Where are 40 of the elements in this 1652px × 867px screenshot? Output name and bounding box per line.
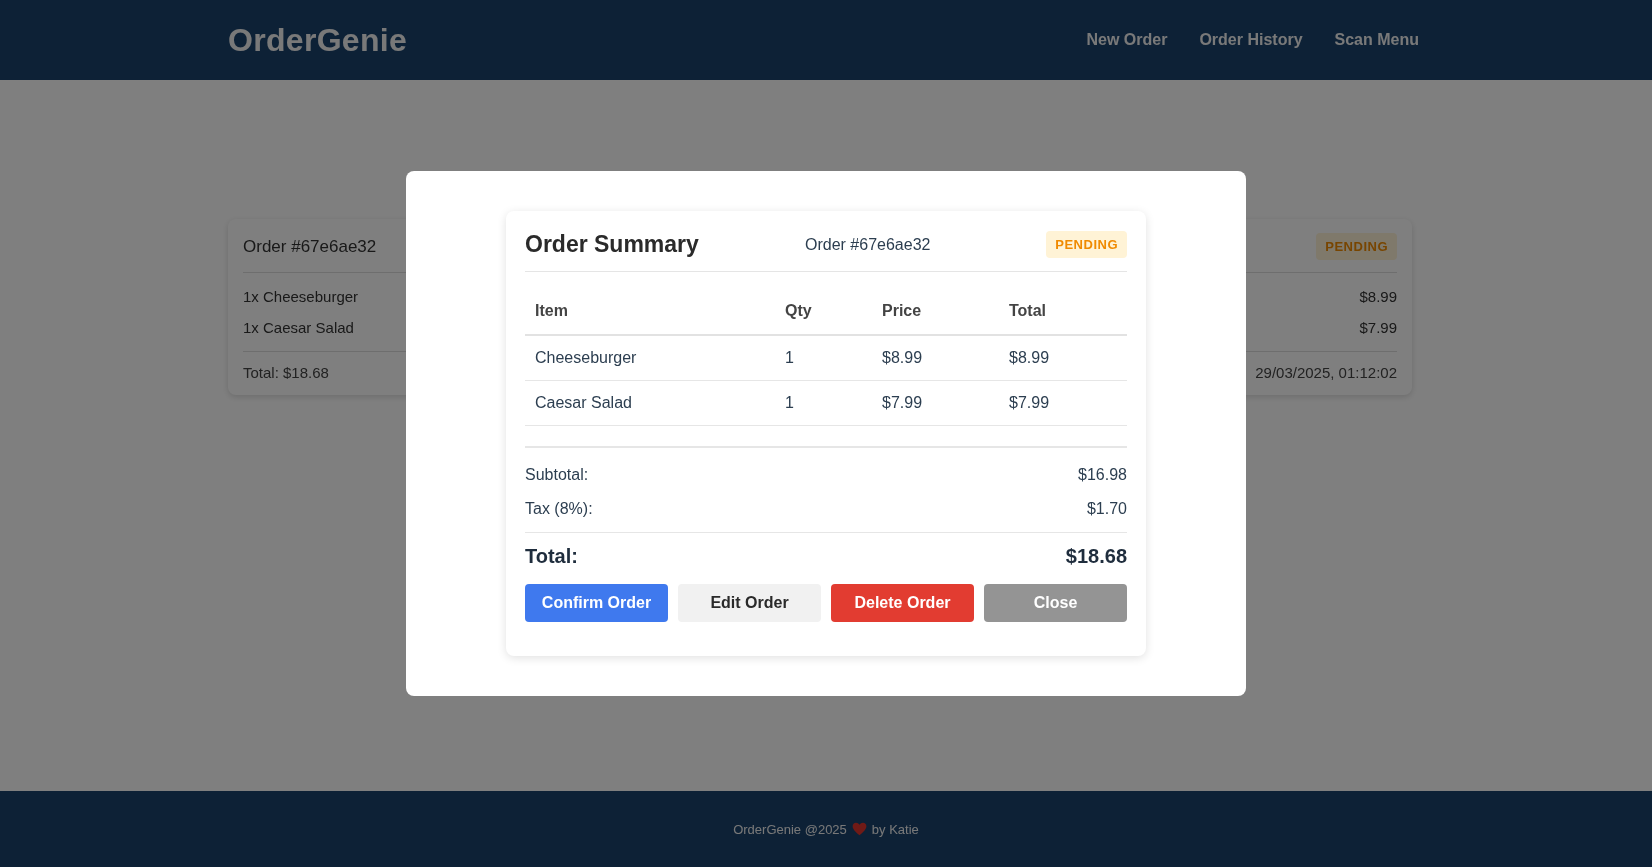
summary-label: Subtotal: — [525, 466, 589, 484]
order-number: Order #67e6ae32 — [243, 236, 377, 257]
footer-text: OrderGenie @2025 — [733, 821, 847, 837]
table-cell: $7.99 — [999, 380, 1127, 426]
nav-link[interactable]: Scan Menu — [1334, 31, 1419, 49]
column-header: Total — [999, 284, 1127, 335]
close-button[interactable]: Close — [984, 584, 1127, 622]
item-price: $7.99 — [1359, 319, 1397, 336]
confirm-button[interactable]: Confirm Order — [525, 584, 668, 622]
column-header: Item — [525, 284, 775, 335]
summary-label: Tax (8%): — [525, 500, 593, 518]
edit-button[interactable]: Edit Order — [678, 584, 821, 622]
item-name: 1x Caesar Salad — [243, 319, 354, 336]
total-label: Total: — [525, 545, 578, 568]
table-cell: 1 — [775, 380, 872, 426]
total-value: $18.68 — [1065, 545, 1127, 568]
nav-link[interactable]: Order History — [1199, 31, 1303, 49]
footer-text: by Katie — [871, 821, 919, 837]
modal-title: Order Summary — [525, 231, 700, 258]
order-date: 29/03/2025, 01:12:02 — [1255, 364, 1397, 381]
order-total: Total: $18.68 — [243, 364, 329, 381]
column-header: Price — [872, 284, 999, 335]
column-header: Qty — [775, 284, 872, 335]
status-badge: PENDING — [1316, 233, 1397, 260]
table-cell: 1 — [775, 335, 872, 381]
item-name: 1x Cheeseburger — [243, 288, 359, 305]
nav-link[interactable]: New Order — [1086, 31, 1168, 49]
heart-icon — [851, 822, 867, 836]
summary-value: $16.98 — [1078, 466, 1127, 484]
table-cell: $7.99 — [872, 380, 999, 426]
table-cell: Cheeseburger — [525, 335, 775, 381]
delete-button[interactable]: Delete Order — [831, 584, 974, 622]
status-badge: PENDING — [1046, 231, 1127, 258]
order-number: Order #67e6ae32 — [804, 235, 932, 254]
summary-value: $1.70 — [1086, 500, 1127, 518]
table-cell: Caesar Salad — [525, 380, 775, 426]
item-price: $8.99 — [1359, 288, 1397, 305]
table-cell: $8.99 — [872, 335, 999, 381]
table-cell: $8.99 — [999, 335, 1127, 381]
app-logo[interactable]: OrderGenie — [228, 21, 408, 59]
